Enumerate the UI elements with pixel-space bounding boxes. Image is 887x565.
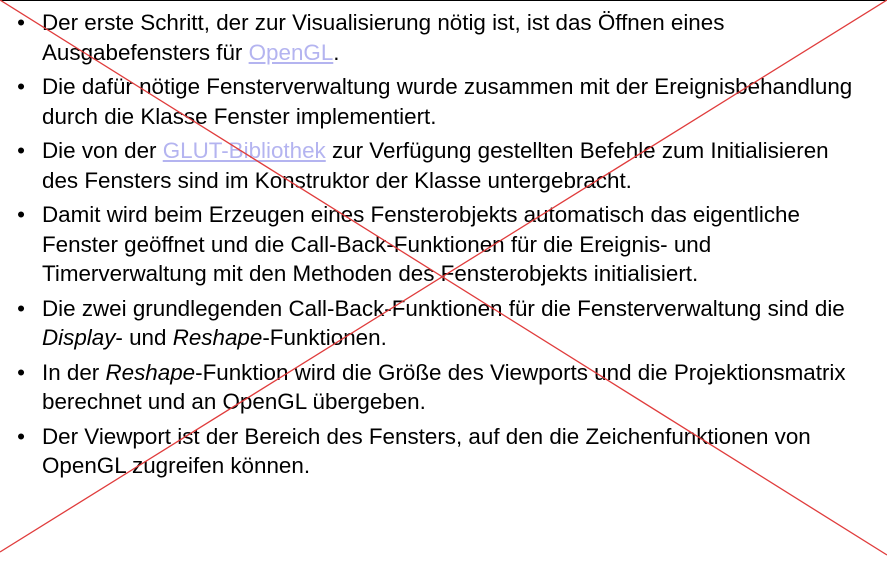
bullet-item: • Damit wird beim Erzeugen eines Fenstero… xyxy=(0,200,887,289)
bullet-text: Der erste Schritt, der zur Visualisierun… xyxy=(42,10,725,65)
bullet-dot-icon: • xyxy=(17,202,25,227)
bullet-text: Der Viewport ist der Bereich des Fenster… xyxy=(42,423,811,479)
emphasized-term: Display xyxy=(42,325,116,350)
emphasized-term: Reshape xyxy=(172,325,263,350)
bullet-item: • Die dafür nötige Fensterverwaltung wurd… xyxy=(0,72,887,131)
bullet-dot-icon: • xyxy=(17,295,25,321)
bullet-text: Die dafür nötige Fensterverwaltung wurde… xyxy=(42,74,853,129)
bullet-text: Die zwei grundlegenden Call-Back-Funktio… xyxy=(42,295,845,321)
bullet-text: - und xyxy=(115,325,173,350)
bullet-text: Damit wird beim Erzeugen eines Fensterob… xyxy=(42,202,800,286)
emphasized-term: Reshape xyxy=(105,359,196,385)
bullet-text: Die von der xyxy=(42,138,163,163)
bullet-text: . xyxy=(333,39,340,65)
bullet-list: • Der erste Schritt, der zur Visualisieru… xyxy=(0,8,887,486)
bullet-dot-icon: • xyxy=(17,423,25,449)
top-rule xyxy=(0,0,887,1)
bullet-item: • Der Viewport ist der Bereich des Fenste… xyxy=(0,422,887,481)
bullet-text: -Funktionen. xyxy=(262,325,387,350)
inline-link[interactable]: OpenGL xyxy=(249,40,334,65)
bullet-item: • Die zwei grundlegenden Call-Back-Funkti… xyxy=(0,294,887,353)
bullet-dot-icon: • xyxy=(17,138,25,163)
inline-link[interactable]: GLUT-Bibliothek xyxy=(163,138,326,163)
bullet-item: • Der erste Schritt, der zur Visualisieru… xyxy=(0,8,887,67)
bullet-dot-icon: • xyxy=(17,10,25,35)
bullet-item: • Die von der GLUT-Bibliothek zur Verfügu… xyxy=(0,136,887,195)
bullet-dot-icon: • xyxy=(17,74,25,99)
bullet-text: In der xyxy=(42,359,106,385)
bullet-dot-icon: • xyxy=(17,359,25,385)
bullet-item: • In der Reshape-Funktion wird die Größe … xyxy=(0,358,887,417)
